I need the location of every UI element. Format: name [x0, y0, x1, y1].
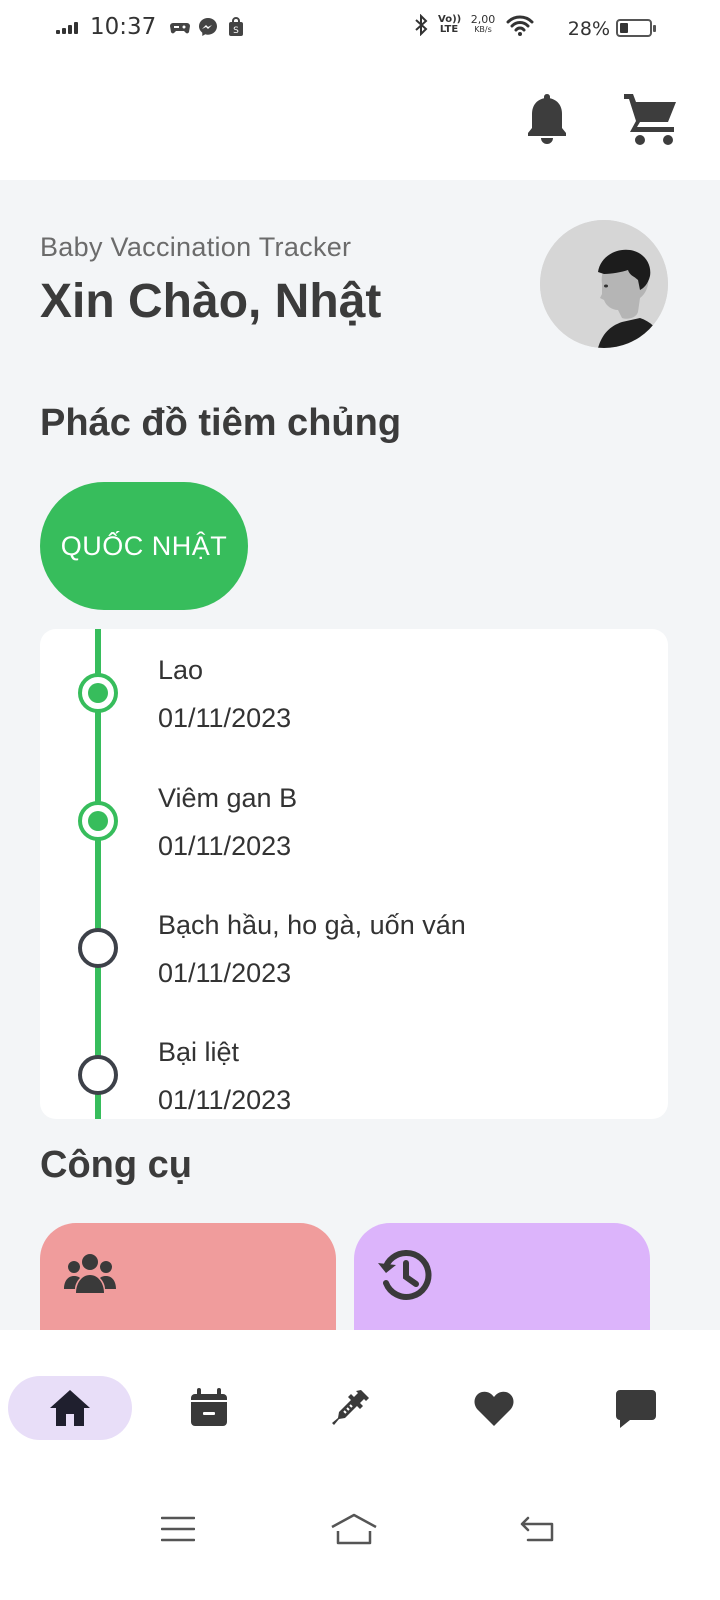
back-button[interactable] — [508, 1504, 568, 1554]
vaccine-name: Bại liệt — [158, 1037, 240, 1067]
volte-indicator: Vo)) LTE — [438, 14, 462, 35]
messenger-icon — [199, 18, 218, 36]
nav-chat[interactable] — [574, 1376, 698, 1440]
wifi-icon — [506, 15, 534, 36]
status-time: 10:37 — [90, 14, 157, 40]
syringe-icon — [332, 1390, 369, 1425]
system-navigation-bar — [0, 1480, 720, 1600]
tools-section-title: Công cụ — [40, 1144, 192, 1186]
bottom-navigation — [0, 1330, 720, 1480]
calendar-icon — [191, 1388, 227, 1426]
home-button[interactable] — [324, 1504, 384, 1554]
timeline-item[interactable]: Viêm gan B 01/11/2023 — [40, 757, 668, 885]
nav-vaccine[interactable] — [289, 1376, 413, 1440]
tool-card-family[interactable] — [40, 1223, 336, 1330]
recent-apps-button[interactable] — [148, 1504, 208, 1554]
vaccine-name: Bạch hầu, ho gà, uốn ván — [158, 910, 466, 940]
nav-favorites[interactable] — [432, 1376, 556, 1440]
app-subtitle: Baby Vaccination Tracker — [40, 232, 352, 262]
signal-icon — [56, 20, 78, 34]
vaccine-name: Viêm gan B — [158, 783, 298, 813]
vaccine-date: 01/11/2023 — [158, 1085, 292, 1115]
timeline-item[interactable]: Bạch hầu, ho gà, uốn ván 01/11/2023 — [40, 884, 668, 1012]
back-arrow-icon — [520, 1516, 554, 1542]
history-icon — [378, 1249, 432, 1300]
network-speed: 2,00 KB/s — [470, 13, 496, 34]
child-selector-chip[interactable]: QUỐC NHẬT — [40, 482, 248, 610]
schedule-section-title: Phác đồ tiêm chủng — [40, 402, 402, 444]
pending-dot-icon — [78, 1055, 118, 1095]
nav-calendar[interactable] — [147, 1376, 271, 1440]
status-bar: 10:37 S Vo)) LTE 2,00 KB/s 28% — [0, 0, 720, 58]
timeline-item[interactable]: Bại liệt 01/11/2023 — [40, 1011, 668, 1119]
main-content: Baby Vaccination Tracker Xin Chào, Nhật … — [0, 180, 720, 1330]
completed-dot-icon — [78, 673, 118, 713]
completed-dot-icon — [78, 801, 118, 841]
top-app-bar — [0, 58, 720, 180]
menu-lines-icon — [161, 1516, 195, 1542]
chat-icon — [616, 1390, 656, 1428]
battery-percent: 28% — [567, 18, 610, 40]
vaccine-name: Lao — [158, 655, 204, 685]
home-outline-icon — [331, 1513, 377, 1545]
people-group-icon — [64, 1254, 116, 1293]
shopping-bag-icon: S — [229, 17, 244, 36]
pending-dot-icon — [78, 928, 118, 968]
shopping-cart-icon[interactable] — [620, 90, 680, 146]
heart-icon — [474, 1391, 514, 1426]
greeting-title: Xin Chào, Nhật — [40, 275, 382, 328]
home-icon — [50, 1390, 90, 1426]
vaccine-date: 01/11/2023 — [158, 703, 292, 733]
vaccine-date: 01/11/2023 — [158, 831, 292, 861]
vaccination-timeline: Lao 01/11/2023 Viêm gan B 01/11/2023 Bạc… — [40, 629, 668, 1119]
game-controller-icon — [170, 23, 191, 34]
timeline-item[interactable]: Lao 01/11/2023 — [40, 629, 668, 757]
vaccine-date: 01/11/2023 — [158, 958, 292, 988]
bluetooth-icon — [415, 14, 428, 36]
battery-icon — [616, 19, 656, 37]
nav-home[interactable] — [8, 1376, 132, 1440]
avatar[interactable] — [540, 220, 668, 348]
notification-bell-icon[interactable] — [524, 90, 570, 146]
tool-card-history[interactable] — [354, 1223, 650, 1330]
svg-text:S: S — [233, 26, 239, 36]
